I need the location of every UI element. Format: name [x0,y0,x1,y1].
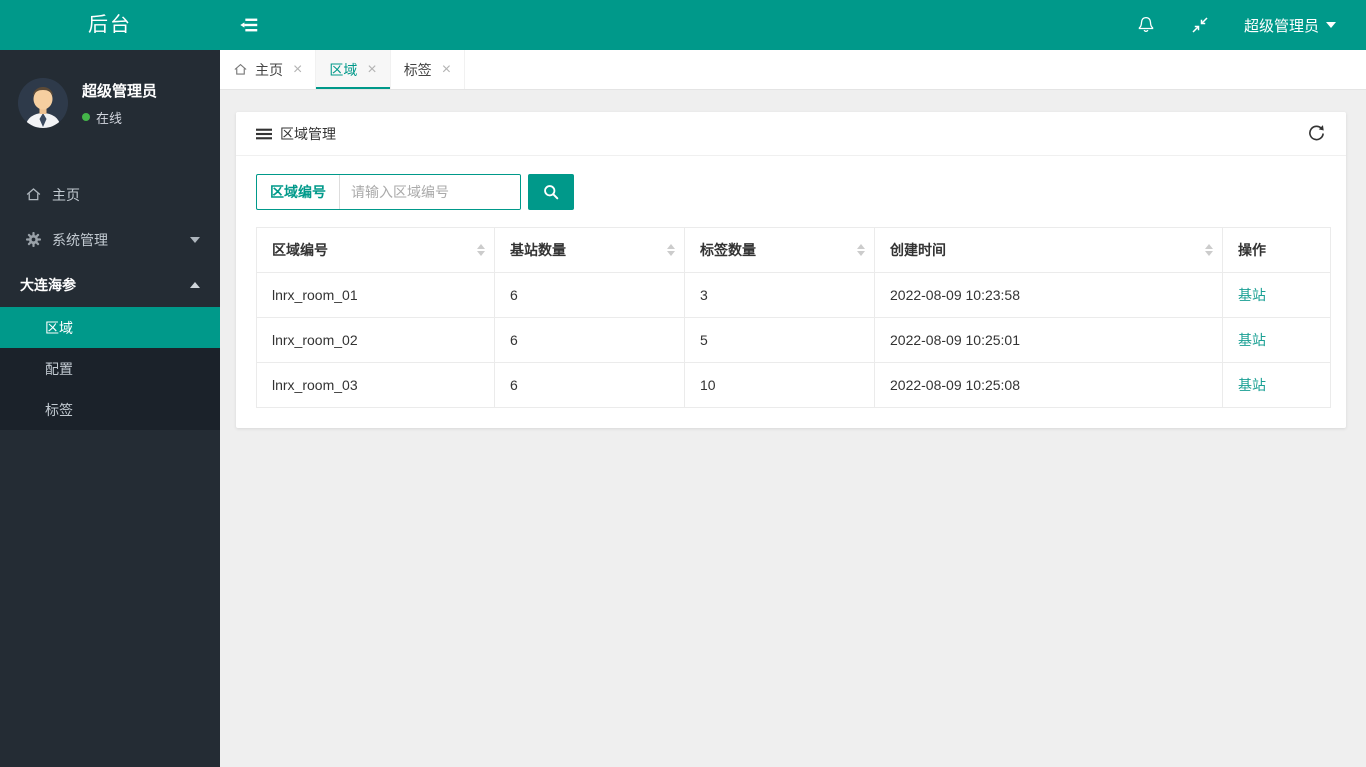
cell-area-id: lnrx_room_01 [256,272,495,318]
user-menu-label: 超级管理员 [1243,17,1319,35]
area-management-panel: 区域管理 区域编号 请输入区域编号 区域编号 基站数量 标签数量 创建时间 操作… [236,112,1346,428]
panel-body: 区域编号 请输入区域编号 区域编号 基站数量 标签数量 创建时间 操作 lnrx… [236,156,1346,428]
sidebar-menu: 主页 系统管理 大连海参 [0,172,220,307]
tab-tag[interactable]: 标签 × [391,50,466,89]
tab-label: 标签 [403,61,432,78]
column-header-stations[interactable]: 基站数量 [494,227,685,273]
caret-down-icon [1326,22,1336,28]
close-icon[interactable]: × [367,61,376,78]
page-content: 区域管理 区域编号 请输入区域编号 区域编号 基站数量 标签数量 创建时间 操作… [220,90,1366,428]
cell-stations: 6 [494,362,685,408]
online-status-label: 在线 [96,110,123,126]
sidebar-user-panel: 超级管理员 在线 [0,50,220,158]
base-station-link[interactable]: 基站 [1238,332,1266,348]
user-avatar-icon [18,78,68,128]
cell-tags: 10 [684,362,875,408]
gear-icon [26,232,41,247]
table-row: lnrx_room_02 6 5 2022-08-09 10:25:01 基站 [256,317,1331,363]
home-icon [26,188,41,201]
sidebar-item-label: 系统管理 [52,231,108,248]
column-header-created[interactable]: 创建时间 [874,227,1223,273]
sidebar-item-label: 大连海参 [20,276,76,293]
sort-icon[interactable] [667,244,675,256]
app-window: 后台 超级管理员 超级管理员 在线 主页 系统管理 大连海参 区域 配置 标签 … [0,0,1366,767]
cell-area-id: lnrx_room_02 [256,317,495,363]
user-menu-button[interactable]: 超级管理员 [1244,15,1336,36]
sort-icon[interactable] [857,244,865,256]
tab-bar: 主页 × 区域 × 标签 × [220,50,1366,90]
home-icon [234,63,247,75]
sidebar: 超级管理员 在线 主页 系统管理 大连海参 区域 配置 标签 [0,50,220,767]
sidebar-item-tag[interactable]: 标签 [0,389,220,430]
column-header-label: 区域编号 [272,242,328,258]
main-area: 主页 × 区域 × 标签 × 区域管理 区域编号 请输入区域编号 区域编号 基站… [220,50,1366,767]
search-icon [544,185,559,200]
cell-created: 2022-08-09 10:23:58 [874,272,1223,318]
column-header-label: 创建时间 [890,242,946,258]
sidebar-item-area[interactable]: 区域 [0,307,220,348]
cell-stations: 6 [494,272,685,318]
app-logo[interactable]: 后台 [0,0,220,50]
sort-icon[interactable] [477,244,485,256]
avatar [18,78,68,128]
search-group: 区域编号 [256,174,521,210]
tab-label: 区域 [329,61,358,78]
tab-home[interactable]: 主页 × [220,50,317,89]
tab-area[interactable]: 区域 × [316,50,391,89]
fullscreen-toggle-button[interactable] [1190,15,1210,35]
search-input[interactable] [340,175,520,209]
cell-created: 2022-08-09 10:25:01 [874,317,1223,363]
sidebar-item-dalian[interactable]: 大连海参 [0,262,220,307]
online-status-icon [82,113,90,121]
column-header-actions: 操作 [1222,227,1331,273]
table-header-row: 区域编号 基站数量 标签数量 创建时间 操作 [256,227,1331,273]
column-header-label: 基站数量 [510,242,566,258]
base-station-link[interactable]: 基站 [1238,287,1266,303]
sidebar-item-label: 区域 [45,319,73,336]
sidebar-item-system[interactable]: 系统管理 [0,217,220,262]
close-icon[interactable]: × [293,61,302,78]
sidebar-user-name: 超级管理员 [82,82,158,100]
search-button[interactable] [528,174,574,210]
base-station-link[interactable]: 基站 [1238,377,1266,393]
area-table: 区域编号 基站数量 标签数量 创建时间 操作 lnrx_room_01 6 3 … [256,227,1331,408]
sidebar-item-label: 标签 [45,401,73,418]
sidebar-toggle-button[interactable] [238,14,260,36]
cell-tags: 5 [684,317,875,363]
search-field-label: 区域编号 [257,175,340,209]
chevron-up-icon [190,281,200,288]
sort-icon[interactable] [1205,244,1213,256]
column-header-tags[interactable]: 标签数量 [684,227,875,273]
sidebar-item-label: 配置 [45,360,73,377]
list-icon [256,128,272,139]
column-header-area-id[interactable]: 区域编号 [256,227,495,273]
sidebar-item-label: 主页 [52,186,80,203]
screen-restore-icon [1192,17,1208,33]
cell-stations: 6 [494,317,685,363]
sidebar-item-home[interactable]: 主页 [0,172,220,217]
sidebar-item-config[interactable]: 配置 [0,348,220,389]
top-header: 后台 超级管理员 [0,0,1366,50]
cell-area-id: lnrx_room_03 [256,362,495,408]
search-toolbar: 区域编号 [256,174,1331,210]
notifications-button[interactable] [1136,15,1156,35]
table-row: lnrx_room_01 6 3 2022-08-09 10:23:58 基站 [256,272,1331,318]
menu-toggle-icon [240,18,258,32]
close-icon[interactable]: × [442,61,451,78]
column-header-label: 标签数量 [700,242,756,258]
refresh-icon [1309,125,1324,141]
page-title: 区域管理 [280,125,336,142]
chevron-down-icon [190,236,200,243]
tab-label: 主页 [255,61,283,78]
cell-created: 2022-08-09 10:25:08 [874,362,1223,408]
table-row: lnrx_room_03 6 10 2022-08-09 10:25:08 基站 [256,362,1331,408]
panel-header: 区域管理 [236,112,1346,156]
bell-icon [1138,16,1154,32]
column-header-label: 操作 [1238,242,1266,258]
cell-tags: 3 [684,272,875,318]
refresh-button[interactable] [1307,124,1326,143]
sidebar-submenu: 区域 配置 标签 [0,307,220,430]
